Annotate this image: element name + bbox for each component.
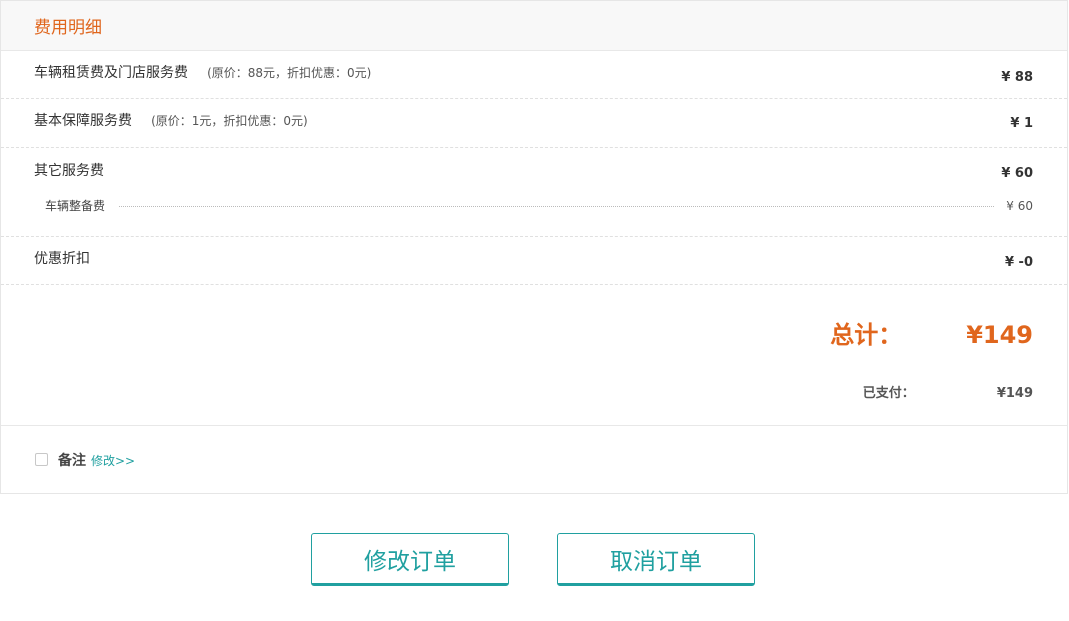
fee-row-basic-protection: 基本保障服务费 (原价：1元，折扣优惠：0元) ¥ 1 [1, 99, 1067, 148]
total-amount: ¥149 [966, 321, 1033, 349]
fee-label: 车辆租赁费及门店服务费 [34, 65, 188, 81]
fee-label: 其它服务费 [34, 163, 104, 179]
remark-section: 备注 修改>> [1, 426, 1067, 494]
modify-order-button[interactable]: 修改订单 [311, 533, 509, 586]
fee-amount: ¥ 60 [1001, 165, 1033, 181]
panel-title: 费用明细 [34, 18, 102, 38]
paid-amount: ¥149 [996, 386, 1033, 401]
fee-amount: ¥ 88 [1001, 69, 1033, 85]
panel-header: 费用明细 [1, 1, 1067, 51]
paid-line: 已支付： ¥149 [863, 382, 1033, 401]
fee-amount: ¥ -0 [1004, 254, 1033, 270]
total-label: 总计： [830, 321, 903, 349]
fee-note: (原价：88元，折扣优惠：0元) [207, 66, 372, 80]
fee-note: (原价：1元，折扣优惠：0元) [151, 113, 308, 128]
fee-row-rental: 车辆租赁费及门店服务费 (原价：88元，折扣优惠：0元) ¥ 88 [1, 51, 1067, 99]
totals-section: 总计： ¥149 已支付： ¥149 [1, 285, 1067, 426]
fee-sub-label: 车辆整备费 [45, 199, 106, 213]
cancel-order-button[interactable]: 取消订单 [557, 533, 755, 586]
fee-details-panel: 费用明细 车辆租赁费及门店服务费 (原价：88元，折扣优惠：0元) ¥ 88 基… [0, 0, 1068, 494]
remark-edit-link[interactable]: 修改>> [91, 452, 135, 469]
fee-row-other-services: 其它服务费 ¥ 60 车辆整备费 ¥ 60 [1, 148, 1067, 237]
fee-label: 基本保障服务费 [34, 112, 132, 129]
total-line: 总计： ¥149 [830, 315, 1033, 350]
paid-label: 已支付： [862, 386, 915, 401]
fee-sub-item: 车辆整备费 ¥ 60 [34, 197, 1033, 214]
dotted-leader [119, 206, 995, 207]
remark-checkbox[interactable] [35, 452, 48, 466]
remark-label: 备注 [58, 453, 86, 469]
fee-row-discount: 优惠折扣 ¥ -0 [1, 237, 1067, 285]
fee-amount: ¥ 1 [1010, 116, 1033, 131]
fee-sub-amount: ¥ 60 [1006, 198, 1033, 213]
fee-label: 优惠折扣 [34, 251, 90, 267]
